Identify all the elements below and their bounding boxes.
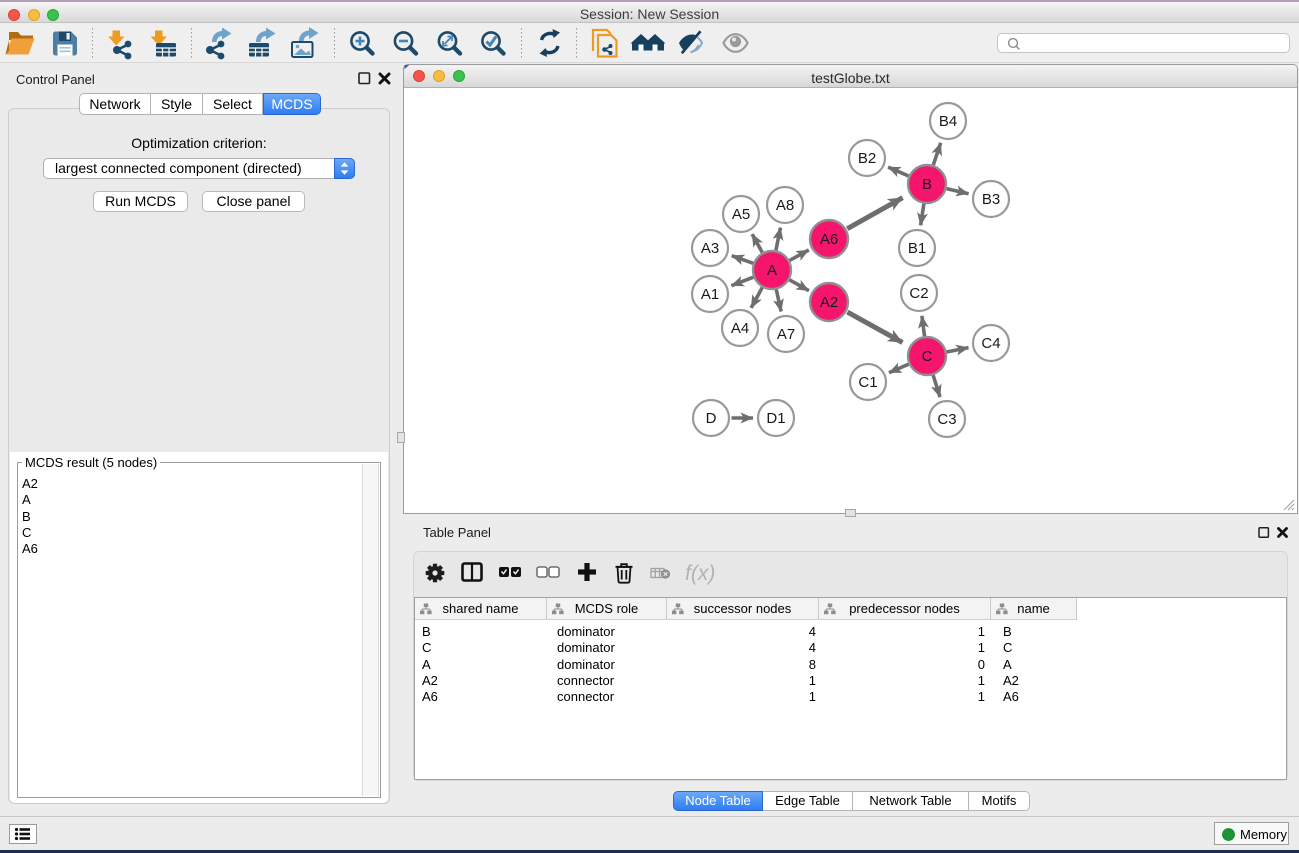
svg-text:A8: A8 — [776, 197, 794, 214]
svg-text:B4: B4 — [939, 113, 957, 130]
svg-text:D1: D1 — [766, 410, 785, 427]
svg-text:B: B — [922, 176, 932, 193]
svg-text:A: A — [767, 262, 777, 279]
svg-text:B1: B1 — [908, 240, 926, 257]
svg-text:B2: B2 — [858, 150, 876, 167]
svg-text:A6: A6 — [820, 231, 838, 248]
svg-text:C2: C2 — [909, 285, 928, 302]
svg-text:A5: A5 — [732, 206, 750, 223]
svg-text:C1: C1 — [858, 374, 877, 391]
svg-text:A3: A3 — [701, 240, 719, 257]
svg-text:A7: A7 — [777, 326, 795, 343]
svg-text:C: C — [922, 348, 933, 365]
svg-text:A4: A4 — [731, 320, 749, 337]
svg-text:C4: C4 — [981, 335, 1000, 352]
svg-text:D: D — [706, 410, 717, 427]
svg-text:A1: A1 — [701, 286, 719, 303]
svg-text:B3: B3 — [982, 191, 1000, 208]
svg-text:A2: A2 — [820, 294, 838, 311]
svg-text:C3: C3 — [937, 411, 956, 428]
svg-text:f(x): f(x) — [685, 562, 715, 585]
